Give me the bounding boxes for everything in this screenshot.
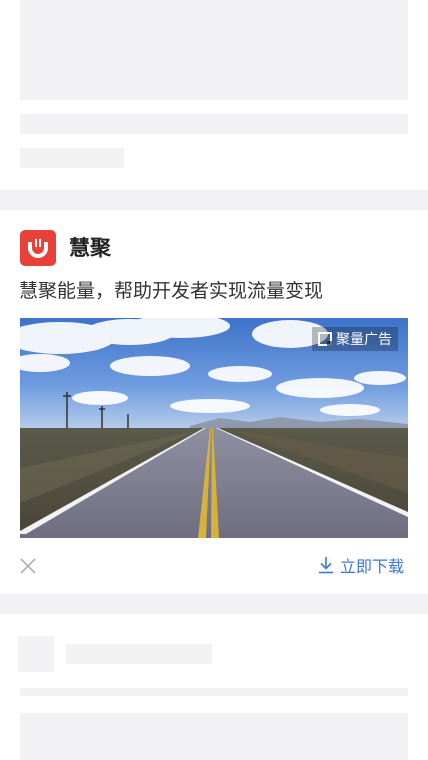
download-icon bbox=[319, 557, 333, 574]
download-button[interactable]: 立即下载 bbox=[318, 554, 404, 576]
hui-ju-logo-icon bbox=[20, 230, 56, 266]
close-icon[interactable] bbox=[18, 556, 38, 576]
skeleton-avatar-placeholder bbox=[18, 636, 54, 672]
ad-source-badge: 聚量广告 bbox=[312, 327, 398, 351]
section-divider bbox=[0, 594, 428, 614]
skeleton-line-placeholder bbox=[20, 688, 408, 696]
skeleton-image-placeholder bbox=[20, 0, 408, 100]
skeleton-title-placeholder bbox=[66, 644, 212, 664]
skeleton-line-placeholder bbox=[20, 114, 408, 134]
skeleton-short-line-placeholder bbox=[20, 148, 124, 168]
ad-badge-label: 聚量广告 bbox=[336, 332, 392, 348]
section-divider bbox=[0, 190, 428, 210]
ad-image[interactable]: 聚量广告 bbox=[20, 318, 408, 538]
download-label: 立即下载 bbox=[340, 557, 405, 576]
ad-description: 慧聚能量，帮助开发者实现流量变现 bbox=[19, 280, 324, 302]
advertiser-name: 慧聚 bbox=[69, 236, 111, 260]
skeleton-image-placeholder bbox=[20, 713, 408, 760]
ad-badge-icon bbox=[318, 332, 332, 346]
road-landscape-image bbox=[20, 318, 408, 538]
